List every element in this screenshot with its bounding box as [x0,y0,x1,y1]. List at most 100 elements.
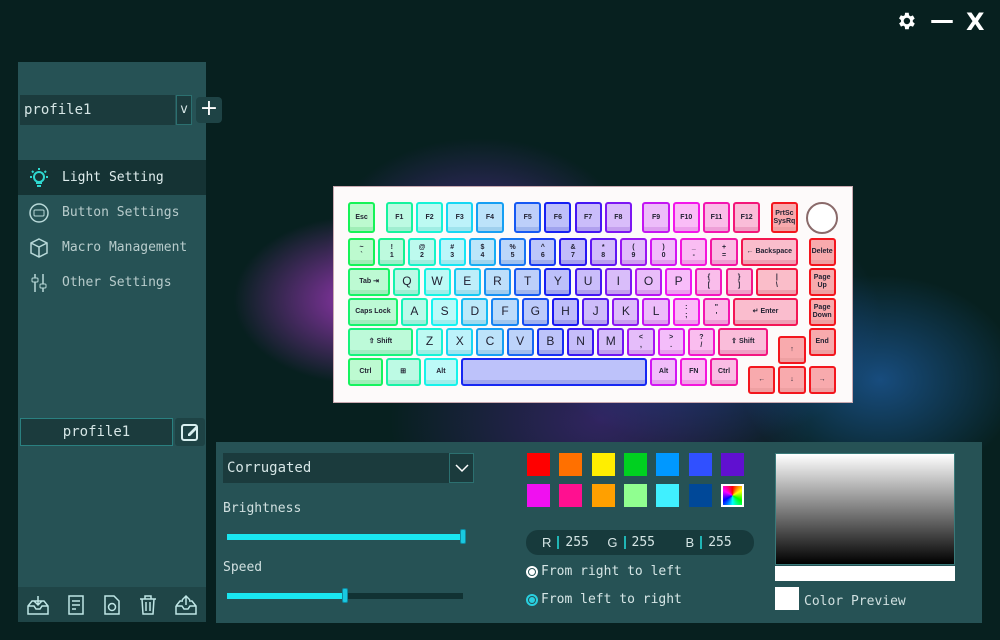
key[interactable] [461,358,647,386]
key[interactable]: F [491,298,519,326]
key[interactable]: Alt [423,358,459,386]
color-swatch[interactable] [656,484,680,507]
key[interactable]: ↑ [778,336,806,364]
key[interactable]: _ - [680,238,708,266]
brightness-slider[interactable] [227,529,466,544]
g-input[interactable]: 255 [632,535,686,550]
speed-thumb[interactable] [342,588,348,603]
key[interactable]: Page Down [808,298,836,326]
key[interactable]: End [808,328,836,356]
key[interactable]: K [612,298,640,326]
key[interactable]: R [483,268,512,296]
key[interactable]: M [597,328,625,356]
key[interactable]: F10 [672,202,700,233]
key[interactable]: { [ [695,268,723,296]
key[interactable]: } ] [725,268,753,296]
key[interactable]: F11 [702,202,731,233]
key[interactable]: F1 [385,202,413,233]
key[interactable]: F5 [514,202,542,233]
direction-left-to-right[interactable]: From left to right [526,592,682,607]
color-swatch[interactable] [559,484,583,507]
trash-icon[interactable] [138,594,158,616]
effect-mode-select[interactable]: Corrugated [223,453,449,483]
key[interactable]: U [574,268,602,296]
add-profile-button[interactable]: + [196,97,222,123]
key[interactable]: H [551,298,580,326]
key[interactable]: " ' [702,298,731,326]
settings-button[interactable] [895,10,917,38]
key[interactable]: F2 [415,202,444,233]
key[interactable]: $ 4 [468,238,496,266]
key[interactable]: ? / [687,328,715,356]
profile-name-field[interactable]: profile1 [20,418,173,446]
key[interactable]: X [446,328,474,356]
key[interactable]: Z [415,328,444,356]
export-icon[interactable] [174,594,198,616]
sidebar-item-light-setting[interactable]: Light Setting [18,160,206,195]
key[interactable]: Delete [808,238,836,266]
color-swatch[interactable] [688,484,712,507]
key[interactable]: ( 9 [619,238,647,266]
close-button[interactable]: X [966,8,985,36]
key[interactable]: ! 1 [378,238,406,266]
key[interactable]: > . [657,328,685,356]
key[interactable]: ↵ Enter [733,298,798,326]
color-swatch[interactable] [527,453,550,476]
key[interactable]: Tab ⇥ [348,268,391,296]
key[interactable]: * 8 [589,238,617,266]
notes-icon[interactable] [66,594,86,616]
key[interactable]: ~ ` [348,238,376,266]
key[interactable]: ⇧ Shift [717,328,768,356]
key[interactable]: A [400,298,429,326]
key[interactable]: Esc [348,202,376,233]
key[interactable]: @ 2 [408,238,436,266]
sidebar-item-other-settings[interactable]: Other Settings [18,265,206,300]
color-swatch[interactable] [623,484,647,507]
profile-select[interactable]: profile1 [20,95,175,125]
key[interactable]: W [423,268,451,296]
key[interactable]: T [514,268,542,296]
reset-file-icon[interactable] [102,594,122,616]
key[interactable]: N [566,328,595,356]
r-input[interactable]: 255 [565,535,607,550]
key[interactable]: C [476,328,504,356]
key[interactable]: I [604,268,632,296]
key[interactable]: V [506,328,534,356]
key[interactable]: B [536,328,564,356]
key[interactable]: E [453,268,481,296]
key[interactable]: ⊞ [385,358,421,386]
key[interactable]: F6 [544,202,572,233]
key[interactable]: PrtSc SysRq [770,202,798,233]
key[interactable]: Page Up [808,268,836,296]
key[interactable]: ← [748,366,776,394]
key[interactable]: Q [393,268,421,296]
key[interactable]: < , [627,328,655,356]
key[interactable]: F8 [604,202,632,233]
key[interactable]: O [634,268,663,296]
color-swatch[interactable] [591,453,615,476]
key[interactable]: J [582,298,610,326]
key[interactable]: F4 [476,202,504,233]
sidebar-item-macro-management[interactable]: Macro Management [18,230,206,265]
minimize-button[interactable]: — [930,6,954,34]
key[interactable]: : ; [672,298,700,326]
key[interactable]: Ctrl [710,358,738,386]
key[interactable]: G [521,298,549,326]
key[interactable]: F7 [574,202,602,233]
sidebar-item-button-settings[interactable]: Button Settings [18,195,206,230]
key[interactable]: ⇧ Shift [348,328,413,356]
key[interactable]: D [461,298,489,326]
color-swatch[interactable] [623,453,647,476]
color-picker-area[interactable] [775,453,955,565]
key[interactable]: ← Backspace [740,238,798,266]
key[interactable]: ↓ [778,366,806,394]
key[interactable]: # 3 [438,238,466,266]
direction-right-to-left[interactable]: From right to left [526,564,682,579]
import-icon[interactable] [26,594,50,616]
key[interactable]: & 7 [559,238,587,266]
key[interactable]: F9 [642,202,670,233]
color-swatch[interactable] [720,453,744,476]
color-swatch[interactable] [559,453,583,476]
key[interactable]: → [808,366,836,394]
key[interactable]: F3 [446,202,474,233]
